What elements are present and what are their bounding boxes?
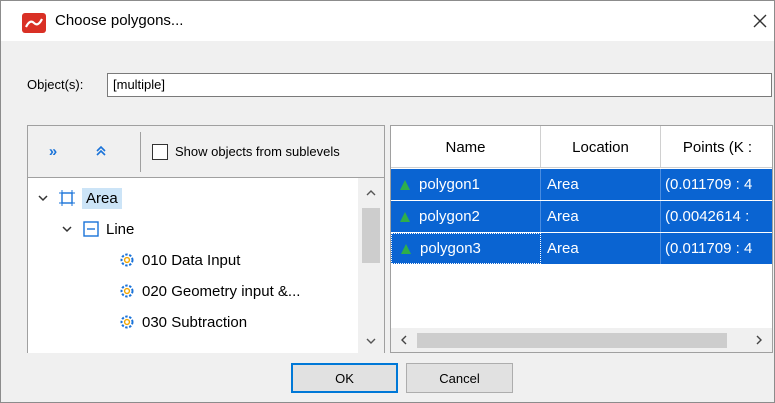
gear-icon: [118, 282, 136, 300]
double-chevron-up-icon: [96, 145, 106, 156]
area-icon: [58, 189, 76, 207]
cell-points: (0.011709 : 4: [665, 176, 753, 193]
column-header-points[interactable]: Points (K :: [661, 126, 772, 168]
tree-item-label: 010 Data Input: [142, 251, 241, 269]
app-logo-icon: [22, 13, 46, 33]
cancel-button[interactable]: Cancel: [406, 363, 513, 393]
toolbar-divider: [140, 132, 141, 172]
tree-item-label: Area: [82, 187, 122, 209]
cell-points: (0.0042614 :: [665, 208, 750, 225]
cell-location: Area: [541, 169, 661, 200]
scroll-left-icon[interactable]: [393, 328, 415, 352]
close-icon: [753, 14, 767, 28]
object-label: Object(s):: [27, 77, 84, 92]
line-icon: [82, 220, 100, 238]
table-row[interactable]: polygon2 Area (0.0042614 :: [391, 201, 772, 232]
column-header-location[interactable]: Location: [541, 126, 661, 168]
cell-points: (0.011709 : 4: [665, 240, 753, 257]
tree-item-label: 030 Subtraction: [142, 313, 248, 331]
close-button[interactable]: [746, 7, 774, 35]
cell-name: polygon3: [391, 233, 541, 264]
polygon-icon: [401, 243, 411, 254]
ok-button[interactable]: OK: [291, 363, 398, 393]
table-horizontal-scrollbar[interactable]: [391, 328, 772, 352]
choose-polygons-dialog: Choose polygons... Object(s): [multiple]…: [0, 0, 775, 403]
cell-location: Area: [541, 233, 661, 264]
chevron-down-icon[interactable]: [60, 222, 74, 236]
gear-icon: [118, 313, 136, 331]
column-header-name[interactable]: Name: [391, 126, 541, 168]
chevron-down-icon[interactable]: [36, 191, 50, 205]
tree-item-line[interactable]: Line: [60, 215, 134, 243]
scrollbar-thumb[interactable]: [362, 208, 380, 263]
object-field[interactable]: [multiple]: [107, 73, 772, 97]
polygon-icon: [400, 179, 410, 190]
scrollbar-thumb[interactable]: [417, 333, 727, 348]
tree-item-label: 020 Geometry input &...: [142, 282, 301, 300]
cell-name: polygon2: [391, 201, 541, 232]
gear-icon: [118, 251, 136, 269]
tree-toolbar: » Show objects from sublevels: [28, 126, 384, 178]
tree-item-subtraction[interactable]: 030 Subtraction: [118, 308, 247, 336]
title-bar: Choose polygons...: [1, 1, 774, 41]
table-row[interactable]: polygon3 Area (0.011709 : 4: [391, 233, 772, 264]
tree-item-data-input[interactable]: 010 Data Input: [118, 246, 240, 274]
tree-panel: » Show objects from sublevels Area Line …: [27, 125, 385, 353]
tree-vertical-scrollbar[interactable]: [358, 178, 384, 353]
window-title: Choose polygons...: [55, 12, 184, 29]
show-sublevels-label: Show objects from sublevels: [175, 144, 340, 159]
double-chevron-right-icon: »: [48, 142, 58, 160]
scroll-up-icon[interactable]: [358, 184, 384, 202]
polygon-icon: [400, 211, 410, 222]
collapse-all-button[interactable]: [90, 140, 112, 162]
polygon-table[interactable]: Name Location Points (K : polygon1 Area …: [390, 125, 773, 353]
show-sublevels-checkbox[interactable]: [152, 144, 168, 160]
scroll-down-icon[interactable]: [358, 332, 384, 350]
tree-item-label: Line: [106, 220, 135, 238]
tree-item-area[interactable]: Area: [36, 184, 122, 212]
cell-location: Area: [541, 201, 661, 232]
object-tree[interactable]: Area Line 010 Data Input 020 Geometry in…: [28, 178, 358, 353]
scroll-right-icon[interactable]: [748, 328, 770, 352]
cell-name: polygon1: [391, 169, 541, 200]
table-header: Name Location Points (K :: [391, 126, 772, 168]
expand-all-button[interactable]: »: [42, 140, 64, 162]
table-row[interactable]: polygon1 Area (0.011709 : 4: [391, 169, 772, 200]
tree-item-geometry-input[interactable]: 020 Geometry input &...: [118, 277, 300, 305]
